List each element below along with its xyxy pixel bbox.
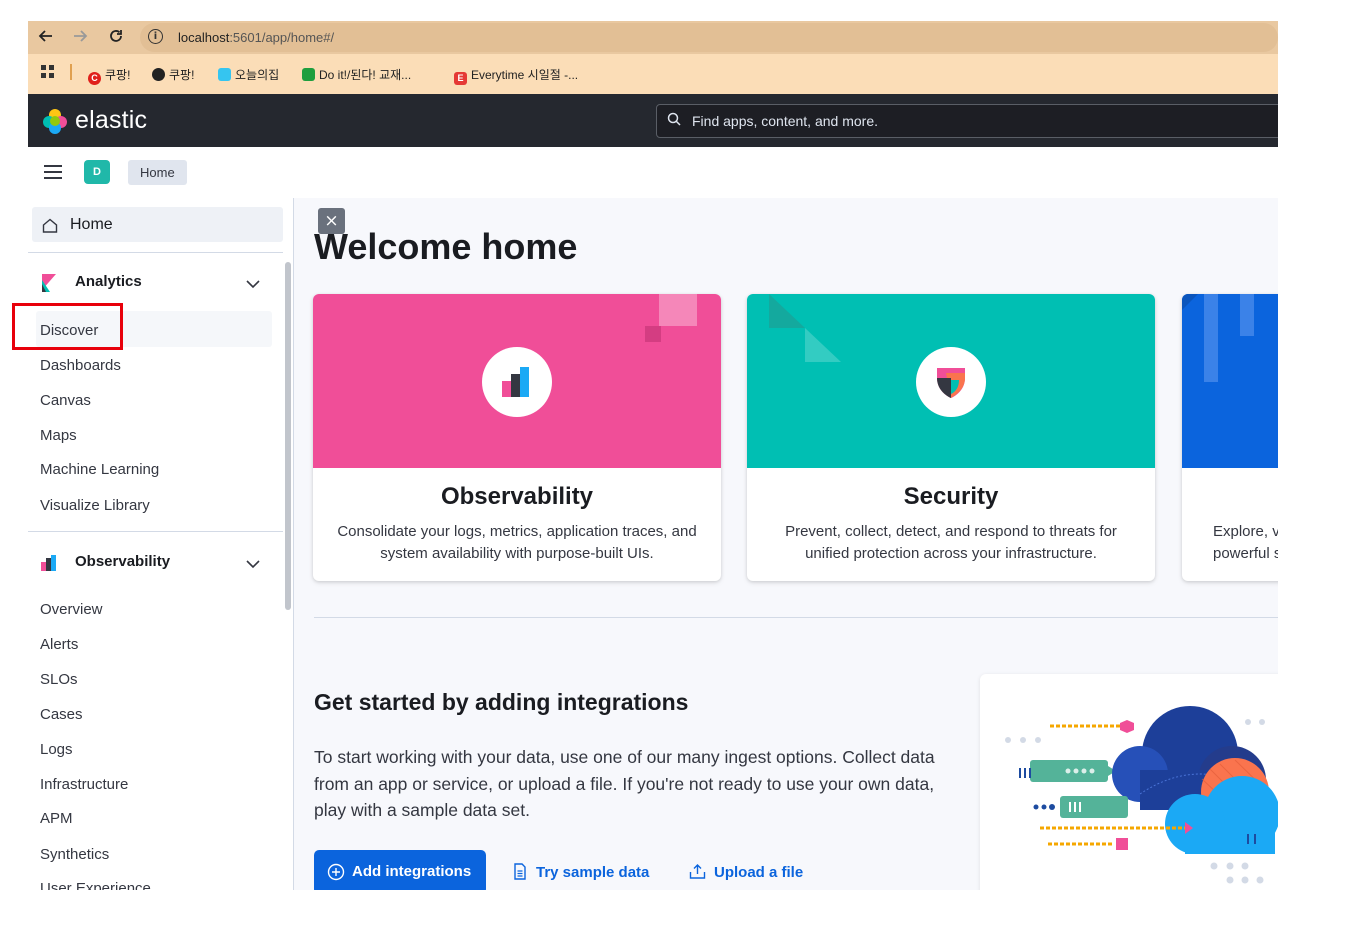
nav-item-synthetics[interactable]: Synthetics: [40, 846, 109, 863]
highlight-box: [12, 303, 123, 350]
add-integrations-button[interactable]: Add integrations: [314, 850, 486, 890]
nav-item-canvas[interactable]: Canvas: [40, 392, 91, 409]
upload-icon: [689, 864, 706, 879]
nav-group-observability[interactable]: Observability: [28, 550, 283, 574]
observability-icon: [40, 554, 58, 577]
nav-item-infrastructure[interactable]: Infrastructure: [40, 776, 128, 793]
home-icon: [42, 218, 58, 238]
side-navigation: Home Analytics Discover Dashboards Canva…: [28, 198, 294, 890]
bookmark-divider: [70, 64, 72, 80]
main-content: × Welcome home Observability Consolidate…: [294, 198, 1278, 890]
url-host: localhost: [178, 30, 230, 45]
sidebar-divider: [28, 252, 283, 253]
page-title: Welcome home: [314, 226, 578, 267]
integrations-description: To start working with your data, use one…: [314, 747, 935, 820]
upload-file-button[interactable]: Upload a file: [689, 863, 803, 881]
card-hero: [1182, 294, 1278, 468]
nav-group-label: Analytics: [75, 273, 142, 290]
menu-toggle-icon[interactable]: [44, 165, 62, 183]
browser-window: i localhost:5601/app/home#/ C 쿠팡! 쿠팡! 오늘의…: [28, 21, 1278, 890]
elastic-logo-text[interactable]: elastic: [75, 106, 147, 135]
bookmark-coupang-2[interactable]: 쿠팡!: [152, 66, 194, 83]
bookmark-label: Everytime 시일절 -...: [471, 68, 579, 82]
kibana-icon: [40, 274, 56, 297]
bookmarks-bar: C 쿠팡! 쿠팡! 오늘의집 Do it!/된다! 교재... E Everytim…: [28, 54, 1278, 94]
globe-icon: [152, 68, 165, 81]
nav-item-dashboards[interactable]: Dashboards: [40, 357, 121, 374]
url-text: localhost:5601/app/home#/: [178, 30, 334, 45]
section-divider: [314, 617, 1278, 618]
elastic-header: elastic Find apps, content, and more.: [28, 94, 1278, 147]
card-hero: [313, 294, 721, 468]
global-search-input[interactable]: Find apps, content, and more.: [656, 104, 1278, 138]
nav-item-cases[interactable]: Cases: [40, 706, 83, 723]
search-placeholder: Find apps, content, and more.: [692, 113, 878, 129]
nav-item-maps[interactable]: Maps: [40, 427, 77, 444]
breadcrumb-bar: D Home: [28, 147, 1278, 199]
nav-item-visualize-library[interactable]: Visualize Library: [40, 497, 150, 514]
bookmark-doit[interactable]: Do it!/된다! 교재...: [302, 66, 411, 83]
bookmark-label: Do it!/된다! 교재...: [319, 68, 412, 82]
cloud-data-illustration: [1005, 706, 1278, 884]
reload-icon[interactable]: [106, 28, 126, 49]
integrations-illustration: [980, 674, 1278, 890]
integrations-heading: Get started by adding integrations: [314, 689, 689, 715]
nav-item-user-experience[interactable]: User Experience: [40, 880, 151, 890]
try-sample-data-label: Try sample data: [536, 864, 650, 881]
document-icon: [514, 863, 526, 880]
card-description: Explore, v powerful s: [1213, 523, 1278, 562]
everytime-icon: E: [454, 72, 467, 85]
card-title: Security: [903, 483, 999, 510]
card-decoration: [1182, 294, 1254, 382]
bookmark-label: 쿠팡!: [105, 68, 131, 82]
bookmark-label: 쿠팡!: [169, 68, 195, 82]
bookmark-everytime[interactable]: E Everytime 시일절 -...: [454, 66, 578, 85]
nav-item-overview[interactable]: Overview: [40, 601, 103, 618]
solution-card-partial[interactable]: Explore, v powerful s: [1182, 294, 1278, 581]
chevron-down-icon[interactable]: [246, 276, 260, 294]
card-hero: [747, 294, 1155, 468]
breadcrumb-home[interactable]: Home: [128, 160, 187, 185]
bookmark-coupang-1[interactable]: C 쿠팡!: [88, 66, 130, 85]
upload-file-label: Upload a file: [714, 864, 804, 881]
bookmark-label: 오늘의집: [235, 68, 280, 82]
sidebar-divider: [28, 531, 283, 532]
plus-circle-icon: [327, 863, 345, 886]
security-icon: [916, 347, 986, 417]
ohouse-icon: [218, 68, 231, 81]
nav-group-analytics[interactable]: Analytics: [28, 270, 283, 294]
browser-toolbar: i localhost:5601/app/home#/: [28, 21, 1278, 54]
card-description: Prevent, collect, detect, and respond to…: [785, 523, 1117, 562]
nav-home-label: Home: [70, 216, 113, 233]
card-description: Consolidate your logs, metrics, applicat…: [337, 523, 697, 562]
nav-item-slos[interactable]: SLOs: [40, 671, 78, 688]
sidebar-scrollbar[interactable]: [285, 262, 291, 610]
observability-icon: [482, 347, 552, 417]
coupang-icon: C: [88, 72, 101, 85]
search-icon: [667, 112, 681, 131]
forward-arrow-icon[interactable]: [70, 28, 90, 49]
nav-item-logs[interactable]: Logs: [40, 741, 73, 758]
add-integrations-label: Add integrations: [352, 863, 472, 880]
address-bar[interactable]: i localhost:5601/app/home#/: [140, 23, 1278, 52]
back-arrow-icon[interactable]: [36, 28, 56, 49]
nav-group-label: Observability: [75, 553, 171, 570]
nav-item-machine-learning[interactable]: Machine Learning: [40, 461, 159, 478]
nav-home[interactable]: Home: [32, 207, 283, 242]
apps-grid-icon[interactable]: [40, 64, 56, 83]
doit-icon: [302, 68, 315, 81]
card-title: Observability: [440, 483, 594, 510]
solution-card-observability[interactable]: Observability Consolidate your logs, met…: [313, 294, 721, 581]
nav-item-alerts[interactable]: Alerts: [40, 636, 78, 653]
try-sample-data-button[interactable]: Try sample data: [512, 863, 649, 881]
space-avatar[interactable]: D: [84, 160, 110, 184]
solution-card-security[interactable]: Security Prevent, collect, detect, and r…: [747, 294, 1155, 581]
url-path: :5601/app/home#/: [229, 30, 335, 45]
chevron-down-icon[interactable]: [246, 556, 260, 574]
bookmark-ohouse[interactable]: 오늘의집: [218, 66, 279, 83]
nav-item-apm[interactable]: APM: [40, 810, 73, 827]
site-info-icon[interactable]: i: [148, 29, 163, 44]
elastic-logo-icon[interactable]: [41, 107, 69, 140]
